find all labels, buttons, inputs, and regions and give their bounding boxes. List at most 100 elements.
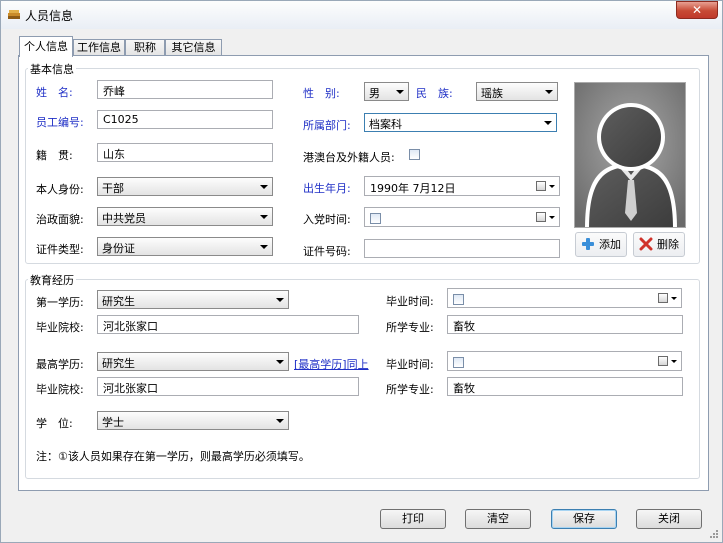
- name-label: 姓 名:: [36, 86, 73, 99]
- first-grad-time-picker[interactable]: [447, 288, 682, 308]
- chevron-down-icon[interactable]: [549, 185, 555, 188]
- political-select-value: 中共党员: [102, 212, 146, 225]
- chevron-down-icon[interactable]: [671, 297, 677, 300]
- hk-macau-tw-label: 港澳台及外籍人员:: [303, 151, 395, 164]
- chevron-down-icon: [260, 215, 268, 219]
- resize-grip-icon[interactable]: [709, 529, 719, 539]
- first-school-label: 毕业院校:: [36, 321, 84, 334]
- chevron-down-icon: [396, 90, 404, 94]
- calendar-icon[interactable]: [658, 356, 668, 366]
- highest-grad-time-picker[interactable]: [447, 351, 682, 371]
- chevron-down-icon: [260, 245, 268, 249]
- department-select[interactable]: 档案科: [364, 113, 557, 132]
- chevron-down-icon[interactable]: [671, 360, 677, 363]
- window-close-button[interactable]: ✕: [676, 1, 718, 19]
- first-degree-select-value: 研究生: [102, 295, 135, 308]
- hk-macau-tw-checkbox[interactable]: [409, 149, 420, 160]
- highest-degree-label: 最高学历:: [36, 358, 84, 371]
- identity-label: 本人身份:: [36, 183, 84, 196]
- first-degree-select[interactable]: 研究生: [97, 290, 289, 309]
- academic-degree-select[interactable]: 学士: [97, 411, 289, 430]
- education-note: 注：①该人员如果存在第一学历，则最高学历必须填写。: [36, 450, 310, 463]
- identity-select-value: 干部: [102, 182, 124, 195]
- department-select-value: 档案科: [369, 118, 402, 131]
- ethnicity-select[interactable]: 瑶族: [476, 82, 558, 101]
- tab-personal-info[interactable]: 个人信息: [19, 36, 73, 57]
- plus-icon: [582, 238, 594, 250]
- party-date-picker[interactable]: [364, 207, 560, 227]
- close-button[interactable]: 关闭: [636, 509, 702, 529]
- native-place-label: 籍 贯:: [36, 149, 73, 162]
- first-school-input[interactable]: 河北张家口: [97, 315, 359, 334]
- id-number-label: 证件号码:: [303, 245, 351, 258]
- title-bar[interactable]: 人员信息 ✕: [1, 1, 722, 29]
- gender-select-value: 男: [369, 87, 380, 100]
- calendar-icon[interactable]: [536, 181, 546, 191]
- basic-info-group-title: 基本信息: [28, 61, 76, 77]
- id-type-label: 证件类型:: [36, 243, 84, 256]
- calendar-icon[interactable]: [658, 293, 668, 303]
- highest-grad-time-checkbox[interactable]: [453, 356, 464, 368]
- party-date-checkbox[interactable]: [370, 212, 381, 224]
- first-degree-label: 第一学历:: [36, 296, 84, 309]
- employee-no-label: 员工编号:: [36, 116, 84, 129]
- save-button[interactable]: 保存: [551, 509, 617, 529]
- tab-other-info[interactable]: 其它信息: [165, 39, 222, 56]
- native-place-input[interactable]: 山东: [97, 143, 273, 162]
- delete-photo-label: 删除: [657, 238, 679, 251]
- id-type-select[interactable]: 身份证: [97, 237, 273, 256]
- employee-photo: [574, 82, 686, 228]
- birth-date-picker[interactable]: 1990年 7月12日: [364, 176, 560, 196]
- chevron-down-icon: [545, 90, 553, 94]
- chevron-down-icon: [276, 298, 284, 302]
- calendar-icon[interactable]: [536, 212, 546, 222]
- id-number-input[interactable]: [364, 239, 560, 258]
- ethnicity-select-value: 瑶族: [481, 87, 503, 100]
- delete-photo-button[interactable]: 删除: [633, 232, 685, 257]
- add-photo-button[interactable]: 添加: [575, 232, 627, 257]
- political-select[interactable]: 中共党员: [97, 207, 273, 226]
- highest-school-input[interactable]: 河北张家口: [97, 377, 359, 396]
- first-major-input[interactable]: 畜牧: [447, 315, 683, 334]
- window-title: 人员信息: [25, 9, 74, 23]
- name-input[interactable]: 乔峰: [97, 80, 273, 99]
- highest-grad-time-label: 毕业时间:: [386, 358, 434, 371]
- first-grad-time-checkbox[interactable]: [453, 293, 464, 305]
- person-info-window: 人员信息 ✕ 个人信息 工作信息 职称 其它信息 基本信息 姓 名: 乔峰 性 …: [0, 0, 723, 543]
- add-photo-label: 添加: [599, 238, 621, 251]
- same-as-highest-link[interactable]: [最高学历]同上: [294, 356, 369, 372]
- gender-select[interactable]: 男: [364, 82, 409, 101]
- academic-degree-label: 学 位:: [36, 417, 73, 430]
- department-label: 所属部门:: [303, 119, 351, 132]
- avatar-icon: [575, 83, 685, 227]
- party-date-label: 入党时间:: [303, 213, 351, 226]
- identity-select[interactable]: 干部: [97, 177, 273, 196]
- id-type-select-value: 身份证: [102, 242, 135, 255]
- chevron-down-icon: [276, 419, 284, 423]
- highest-major-label: 所学专业:: [386, 383, 434, 396]
- birth-date-value: 1990年 7月12日: [370, 182, 456, 195]
- chevron-down-icon[interactable]: [549, 216, 555, 219]
- app-icon: [8, 10, 20, 19]
- employee-no-input[interactable]: C1025: [97, 110, 273, 129]
- education-group-title: 教育经历: [28, 272, 76, 288]
- print-button[interactable]: 打印: [380, 509, 446, 529]
- highest-school-label: 毕业院校:: [36, 383, 84, 396]
- birth-date-label: 出生年月:: [303, 182, 351, 195]
- chevron-down-icon: [276, 360, 284, 364]
- first-grad-time-label: 毕业时间:: [386, 295, 434, 308]
- ethnicity-label: 民 族:: [416, 87, 453, 100]
- tab-work-info[interactable]: 工作信息: [73, 39, 125, 56]
- chevron-down-icon: [544, 121, 552, 125]
- clear-button[interactable]: 清空: [465, 509, 531, 529]
- close-icon: ✕: [691, 3, 703, 17]
- highest-major-input[interactable]: 畜牧: [447, 377, 683, 396]
- delete-x-icon: [639, 237, 653, 251]
- tab-title[interactable]: 职称: [125, 39, 165, 56]
- academic-degree-select-value: 学士: [102, 416, 124, 429]
- first-major-label: 所学专业:: [386, 321, 434, 334]
- political-label: 治政面貌:: [36, 213, 84, 226]
- gender-label: 性 别:: [303, 87, 340, 100]
- highest-degree-select-value: 研究生: [102, 357, 135, 370]
- highest-degree-select[interactable]: 研究生: [97, 352, 289, 371]
